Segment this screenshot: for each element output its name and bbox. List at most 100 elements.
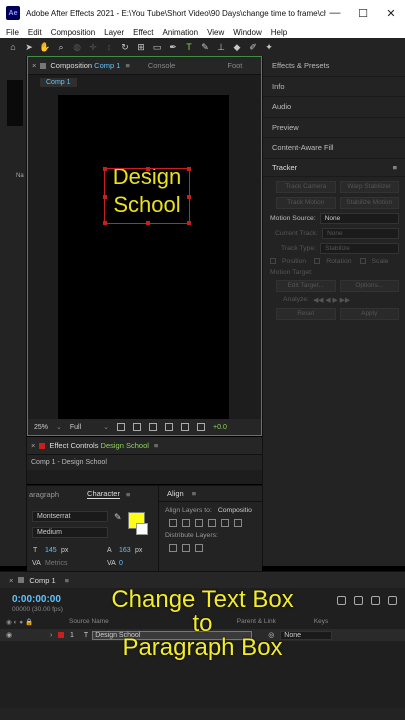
align-bottom-icon[interactable] [234,519,242,527]
menu-composition[interactable]: Composition [51,28,95,37]
close-tab-icon[interactable]: × [32,61,36,70]
handle-bottom-left[interactable] [103,221,107,225]
brush-tool-icon[interactable]: ✎ [200,42,210,52]
stroke-color-swatch[interactable] [136,523,148,535]
selection-tool-icon[interactable]: ➤ [24,42,34,52]
analyze-controls-icon[interactable]: ◀◀ ◀ ▶ ▶▶ [313,296,350,304]
roto-brush-tool-icon[interactable]: ✐ [248,42,258,52]
pen-tool-icon[interactable]: ✒ [168,42,178,52]
edit-target-button[interactable]: Edit Target... [276,279,336,292]
menu-layer[interactable]: Layer [104,28,124,37]
tab-paragraph[interactable]: aragraph [29,490,59,499]
menu-animation[interactable]: Animation [162,28,198,37]
handle-bottom-right[interactable] [187,221,191,225]
leading-value[interactable]: 163 [119,547,131,554]
align-menu-icon[interactable]: ≡ [192,489,196,498]
orbit-tool-icon[interactable]: ◍ [72,42,82,52]
panel-menu-icon[interactable]: ≡ [154,441,158,450]
handle-middle-left[interactable] [103,195,107,199]
handle-top-center[interactable] [146,167,150,171]
mask-visibility-icon[interactable] [149,423,158,431]
position-checkbox[interactable] [270,258,276,264]
home-icon[interactable]: ⌂ [8,42,18,52]
font-family-select[interactable]: Montserrat [32,511,108,522]
tab-console[interactable]: Console [148,61,176,70]
type-tool-icon[interactable]: T [184,42,194,52]
dolly-tool-icon[interactable]: ↕ [104,42,114,52]
panel-effects-presets[interactable]: Effects & Presets [263,56,405,77]
composition-viewer[interactable] [58,95,229,419]
distribute-vcenter-icon[interactable] [182,544,190,552]
eraser-tool-icon[interactable]: ◆ [232,42,242,52]
panel-preview[interactable]: Preview [263,118,405,138]
color-channel-icon[interactable] [197,423,206,431]
text-bounding-box[interactable] [103,167,191,225]
align-top-icon[interactable] [208,519,216,527]
panel-info[interactable]: Info [263,77,405,97]
rotation-checkbox[interactable] [314,258,321,264]
align-right-icon[interactable] [195,519,203,527]
tab-effect-controls[interactable]: Effect Controls Design School [49,441,149,450]
minimize-button[interactable]: — [321,0,349,26]
align-hcenter-icon[interactable] [182,519,190,527]
rotate-tool-icon[interactable]: ↻ [120,42,130,52]
zoom-chevron-icon[interactable]: ⌄ [56,423,62,431]
panel-audio[interactable]: Audio [263,97,405,118]
puppet-tool-icon[interactable]: ✦ [264,42,274,52]
current-track-select[interactable]: None [322,227,399,239]
tab-character[interactable]: Character [87,489,120,499]
handle-top-left[interactable] [103,167,107,171]
font-size-value[interactable]: 145 [45,547,57,554]
zoom-dropdown[interactable]: 25% [34,424,48,431]
tab-timeline-comp[interactable]: Comp 1 [29,576,55,585]
scale-checkbox[interactable] [359,258,366,264]
panel-menu-icon[interactable]: ≡ [125,61,129,70]
lock-icon[interactable] [40,62,47,69]
tab-footage[interactable]: Foot [227,61,242,70]
tracking-value[interactable]: 0 [119,560,123,567]
pan-tool-icon[interactable]: ✛ [88,42,98,52]
track-motion-button[interactable]: Track Motion [276,196,336,209]
camera-view-icon[interactable] [181,423,190,431]
reset-button[interactable]: Reset [276,307,336,320]
tracker-header[interactable]: Tracker ≡ [263,159,405,177]
region-of-interest-icon[interactable] [117,423,126,431]
align-vcenter-icon[interactable] [221,519,229,527]
timeline-menu-icon[interactable]: ≡ [65,576,69,585]
close-tab-icon[interactable]: × [9,576,13,585]
align-left-icon[interactable] [169,519,177,527]
resolution-dropdown[interactable]: Full [70,424,81,431]
menu-file[interactable]: File [6,28,19,37]
menu-effect[interactable]: Effect [133,28,153,37]
apply-button[interactable]: Apply [339,307,399,320]
maximize-button[interactable]: ☐ [349,0,377,26]
menu-view[interactable]: View [207,28,224,37]
shape-tool-icon[interactable]: ▭ [152,42,162,52]
eyedropper-icon[interactable]: ✎ [114,512,122,523]
options-button[interactable]: Options... [339,279,399,292]
handle-top-right[interactable] [187,167,191,171]
comp-breadcrumb-item[interactable]: Comp 1 [40,77,77,87]
kerning-value[interactable]: Metrics [45,560,68,567]
close-tab-icon[interactable]: × [31,441,35,450]
handle-middle-right[interactable] [187,195,191,199]
track-type-select[interactable]: Stabilize [320,242,399,254]
font-style-select[interactable]: Medium [32,527,108,538]
warp-stabilizer-button[interactable]: Warp Stabilizer [339,180,399,193]
exposure-value[interactable]: +0.0 [213,424,227,431]
grid-guides-icon[interactable] [165,423,174,431]
menu-window[interactable]: Window [233,28,261,37]
character-menu-icon[interactable]: ≡ [126,490,130,499]
distribute-top-icon[interactable] [169,544,177,552]
stabilize-motion-button[interactable]: Stabilize Motion [339,196,399,209]
pan-behind-tool-icon[interactable]: ⊞ [136,42,146,52]
zoom-tool-icon[interactable]: ⌕ [56,42,66,52]
distribute-bottom-icon[interactable] [195,544,203,552]
close-button[interactable]: ✕ [377,0,405,26]
menu-help[interactable]: Help [271,28,287,37]
resolution-chevron-icon[interactable]: ⌄ [103,423,109,431]
transparency-grid-icon[interactable] [133,423,142,431]
menu-edit[interactable]: Edit [28,28,42,37]
tab-composition[interactable]: Composition Comp 1 [50,61,120,70]
hand-tool-icon[interactable]: ✋ [39,42,50,52]
